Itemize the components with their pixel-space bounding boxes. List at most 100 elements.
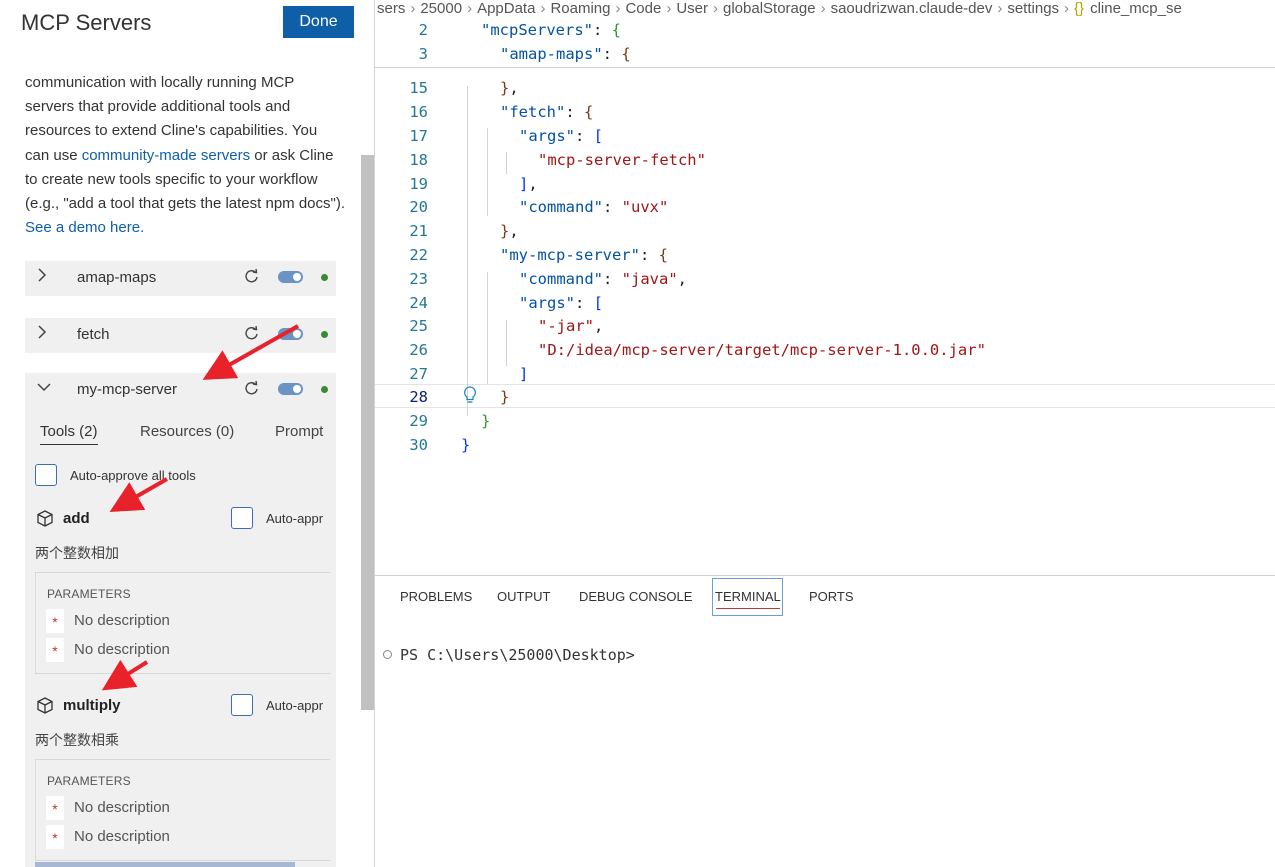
active-tab-underline [716, 608, 780, 609]
server-name: fetch [77, 326, 110, 343]
required-marker: * [46, 609, 64, 633]
code-bracket: { [658, 246, 668, 264]
horizontal-scrollbar[interactable] [35, 862, 295, 867]
breadcrumb-item[interactable]: User [676, 0, 708, 17]
code-bracket: } [500, 222, 510, 240]
breadcrumb-separator-icon: › [615, 0, 621, 17]
demo-link[interactable]: See a demo here. [25, 219, 144, 236]
code-punctuation: , [594, 317, 604, 335]
line-number: 22 [409, 246, 428, 264]
tool-auto-approve-checkbox[interactable] [231, 507, 253, 529]
code-line: "amap-maps": { [500, 45, 631, 63]
done-button[interactable]: Done [283, 6, 354, 38]
breadcrumb-separator-icon: › [713, 0, 718, 17]
code-line: } [461, 436, 470, 454]
required-marker: * [46, 825, 64, 849]
code-punctuation: : [602, 45, 622, 63]
code-line: ], [519, 175, 538, 193]
tab-debug-console[interactable]: DEBUG CONSOLE [579, 589, 692, 604]
code-bracket: [ [593, 127, 604, 145]
chevron-right-icon[interactable] [37, 325, 51, 344]
status-dot [321, 331, 328, 338]
chevron-right-icon[interactable] [37, 268, 51, 287]
parameter-description: No description [74, 828, 170, 845]
parameter-description: No description [74, 799, 170, 816]
tab-problems[interactable]: PROBLEMS [400, 589, 472, 604]
breadcrumb-separator-icon: › [820, 0, 826, 17]
code-bracket: { [611, 21, 621, 39]
json-key: "my-mcp-server" [500, 246, 640, 264]
json-file-icon: {} [1074, 0, 1085, 17]
code-line: "args": [ [519, 294, 603, 312]
terminal-output[interactable]: PS C:\Users\25000\Desktop> [383, 646, 635, 664]
indent-guide [506, 320, 507, 366]
breadcrumb-item[interactable]: sers [377, 0, 405, 17]
line-number: 27 [409, 365, 428, 383]
server-row-fetch[interactable]: fetch [25, 318, 336, 353]
terminal-prompt: PS C:\Users\25000\Desktop> [400, 646, 635, 664]
restart-icon[interactable] [243, 268, 260, 285]
tab-tools[interactable]: Tools (2) [40, 423, 98, 445]
line-number: 20 [409, 198, 428, 216]
server-name: my-mcp-server [77, 381, 177, 398]
json-key: "amap-maps" [500, 45, 603, 63]
code-punctuation: , [528, 175, 538, 193]
json-key: "args" [519, 294, 575, 312]
chevron-down-icon[interactable] [37, 380, 51, 399]
line-number: 30 [409, 436, 428, 454]
json-string: "java" [621, 270, 678, 288]
json-string: "mcp-server-fetch" [538, 151, 706, 169]
current-line-highlight [375, 384, 1275, 408]
tab-terminal[interactable]: TERMINAL [715, 589, 781, 604]
breadcrumb-item[interactable]: Roaming [550, 0, 610, 17]
code-punctuation: : [592, 21, 612, 39]
server-row-my-mcp-server[interactable]: my-mcp-server [25, 373, 336, 408]
breadcrumb-item[interactable]: settings [1007, 0, 1059, 17]
community-servers-link[interactable]: community-made servers [82, 147, 250, 164]
server-row-amap-maps[interactable]: amap-maps [25, 261, 336, 296]
code-line: "args": [ [519, 127, 603, 145]
code-bracket: [ [593, 294, 604, 312]
breadcrumb-item[interactable]: 25000 [420, 0, 462, 17]
code-bracket: } [500, 79, 510, 97]
tab-prompts[interactable]: Prompt [275, 423, 323, 440]
code-bracket: } [461, 436, 471, 454]
breadcrumb-separator-icon: › [666, 0, 672, 17]
code-punctuation: : [603, 198, 622, 216]
tool-auto-approve-label: Auto-appr [266, 511, 324, 526]
code-line: "my-mcp-server": { [500, 246, 668, 264]
parameters-header: PARAMETERS [47, 774, 131, 788]
code-line: "D:/idea/mcp-server/target/mcp-server-1.… [538, 341, 986, 359]
tool-auto-approve-checkbox[interactable] [231, 694, 253, 716]
panel-divider[interactable] [375, 575, 1275, 576]
breadcrumb-item[interactable]: cline_mcp_se [1090, 0, 1182, 17]
breadcrumb-item[interactable]: Code [625, 0, 661, 17]
tab-output[interactable]: OUTPUT [497, 589, 550, 604]
server-enabled-toggle[interactable] [278, 383, 303, 395]
status-dot [321, 386, 328, 393]
auto-approve-all-checkbox[interactable] [35, 464, 57, 486]
tab-resources[interactable]: Resources (0) [140, 423, 234, 440]
breadcrumb-item[interactable]: saoudrizwan.claude-dev [831, 0, 993, 17]
panel-description: communication with locally running MCP s… [25, 71, 345, 240]
json-key: "mcpServers" [481, 21, 593, 39]
line-number: 15 [409, 79, 428, 97]
code-bracket: { [584, 103, 594, 121]
tab-ports[interactable]: PORTS [809, 589, 854, 604]
lightbulb-icon[interactable] [463, 386, 477, 404]
line-number: 17 [409, 127, 428, 145]
breadcrumb-item[interactable]: AppData [477, 0, 535, 17]
json-key: "command" [519, 270, 603, 288]
line-number: 18 [409, 151, 428, 169]
breadcrumb-item[interactable]: globalStorage [723, 0, 816, 17]
panel-scrollbar[interactable] [361, 155, 374, 710]
server-enabled-toggle[interactable] [278, 271, 303, 283]
code-line: } [481, 412, 490, 430]
server-enabled-toggle[interactable] [278, 328, 303, 340]
line-number: 24 [409, 294, 428, 312]
restart-icon[interactable] [243, 380, 260, 397]
line-number: 29 [409, 412, 428, 430]
code-punctuation: , [509, 79, 519, 97]
restart-icon[interactable] [243, 325, 260, 342]
line-number: 19 [409, 175, 428, 193]
